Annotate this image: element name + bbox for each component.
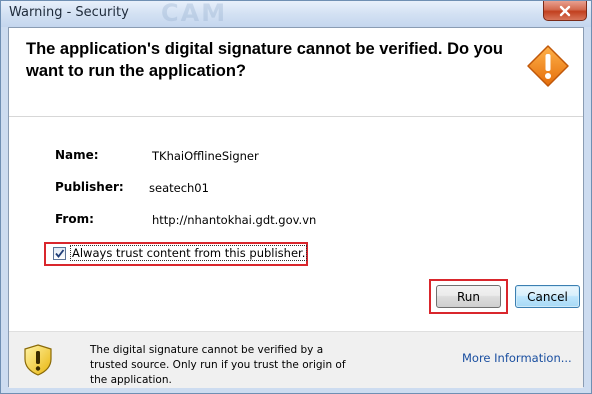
close-button[interactable] [543, 1, 587, 21]
publisher-value: seatech01 [149, 181, 209, 195]
cancel-button[interactable]: Cancel [515, 285, 580, 308]
window-title: Warning - Security [9, 5, 129, 20]
window-left-border [1, 27, 8, 387]
always-trust-checkbox[interactable] [53, 247, 66, 260]
run-button[interactable]: Run [436, 285, 501, 308]
more-information-link[interactable]: More Information... [462, 351, 572, 365]
from-value: http://nhantokhai.gdt.gov.vn [152, 213, 317, 227]
shield-warning-icon [24, 344, 52, 376]
close-icon [559, 5, 571, 16]
title-bar[interactable]: CAM Warning - Security [1, 0, 591, 27]
warning-diamond-icon [527, 45, 569, 87]
check-icon [55, 249, 65, 258]
dialog-body: The application's digital signature cann… [8, 27, 584, 388]
security-warning-dialog: CAM Warning - Security The application's… [0, 0, 592, 394]
footer-message: The digital signature cannot be verified… [90, 344, 346, 386]
publisher-label: Publisher: [55, 180, 124, 194]
name-value: TKhaiOfflineSigner [152, 149, 259, 163]
watermark: CAM [161, 0, 228, 27]
dialog-header: The application's digital signature cann… [9, 28, 583, 117]
dialog-footer: The digital signature cannot be verified… [9, 331, 583, 388]
from-label: From: [55, 212, 94, 226]
name-label: Name: [55, 148, 99, 162]
headline: The application's digital signature cann… [26, 40, 503, 80]
always-trust-label[interactable]: Always trust content from this publisher… [69, 245, 308, 261]
